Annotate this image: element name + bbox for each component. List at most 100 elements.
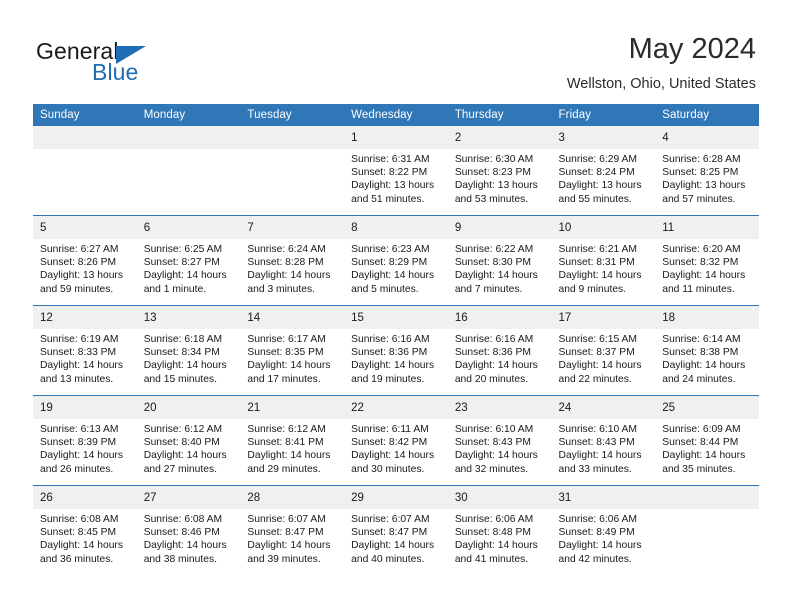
general-blue-logo[interactable]: General Blue (36, 38, 236, 90)
sunset-text: Sunset: 8:24 PM (558, 167, 635, 179)
sunrise-text: Sunrise: 6:10 AM (454, 424, 534, 435)
day-cell-content: 7 Sunrise: 6:24 AM Sunset: 8:28 PM Daylight… (240, 216, 345, 305)
weekday-header-monday: Monday (136, 104, 241, 126)
day-number: 5 (33, 216, 137, 239)
calendar-day-cell[interactable]: 5 Sunrise: 6:27 AM Sunset: 8:26 PM Daylight… (33, 215, 137, 306)
day-number: 30 (447, 486, 552, 509)
day-sun-info: Sunrise: 6:06 AM Sunset: 8:49 PM Daylight:… (552, 509, 656, 566)
day-number: 14 (240, 306, 345, 329)
calendar-day-cell[interactable]: 19 Sunrise: 6:13 AM Sunset: 8:39 PM Dayligh… (33, 395, 137, 486)
day-number: 3 (551, 126, 656, 149)
daylight-text-line1: Daylight: 14 hours (454, 540, 538, 552)
daylight-text-line1: Daylight: 14 hours (40, 450, 123, 462)
calendar-day-cell[interactable]: 12 Sunrise: 6:19 AM Sunset: 8:33 PM Dayligh… (33, 305, 137, 396)
calendar-body: 1 Sunrise: 6:31 AM Sunset: 8:22 PM Daylight… (33, 126, 759, 575)
calendar-day-cell[interactable]: 11 Sunrise: 6:20 AM Sunset: 8:32 PM Dayligh… (655, 215, 759, 306)
sunset-text: Sunset: 8:49 PM (558, 527, 635, 539)
day-number: 29 (344, 486, 448, 509)
day-sun-info: Sunrise: 6:31 AM Sunset: 8:22 PM Daylight:… (344, 149, 448, 206)
daylight-text-line1: Daylight: 13 hours (454, 180, 538, 192)
calendar-day-cell[interactable]: 21 Sunrise: 6:12 AM Sunset: 8:41 PM Dayligh… (240, 395, 345, 486)
brand-word-blue: Blue (92, 59, 139, 85)
calendar-day-cell[interactable]: 30 Sunrise: 6:06 AM Sunset: 8:48 PM Dayligh… (447, 485, 552, 575)
calendar-day-cell[interactable]: 27 Sunrise: 6:08 AM Sunset: 8:46 PM Dayligh… (136, 485, 241, 575)
calendar-day-cell[interactable]: 1 Sunrise: 6:31 AM Sunset: 8:22 PM Daylight… (344, 126, 448, 216)
calendar-day-cell[interactable]: 22 Sunrise: 6:11 AM Sunset: 8:42 PM Dayligh… (344, 395, 448, 486)
day-cell-content: 22 Sunrise: 6:11 AM Sunset: 8:42 PM Dayligh… (344, 396, 448, 485)
day-cell-content: 15 Sunrise: 6:16 AM Sunset: 8:36 PM Dayligh… (344, 306, 448, 395)
day-cell-content: 2 Sunrise: 6:30 AM Sunset: 8:23 PM Daylight… (447, 126, 552, 215)
calendar-day-cell[interactable]: 25 Sunrise: 6:09 AM Sunset: 8:44 PM Dayligh… (655, 395, 759, 486)
daylight-text-line2: and 32 minutes. (454, 463, 529, 475)
calendar-day-cell[interactable]: 6 Sunrise: 6:25 AM Sunset: 8:27 PM Daylight… (136, 215, 241, 306)
calendar-day-cell[interactable]: 8 Sunrise: 6:23 AM Sunset: 8:29 PM Daylight… (344, 215, 448, 306)
calendar-day-cell[interactable]: 29 Sunrise: 6:07 AM Sunset: 8:47 PM Dayligh… (344, 485, 448, 575)
day-sun-info: Sunrise: 6:10 AM Sunset: 8:43 PM Daylight:… (448, 419, 552, 476)
calendar-day-cell[interactable]: 28 Sunrise: 6:07 AM Sunset: 8:47 PM Dayligh… (240, 485, 345, 575)
sunset-text: Sunset: 8:48 PM (454, 527, 531, 539)
sunrise-text: Sunrise: 6:23 AM (351, 244, 430, 255)
daylight-text-line1: Daylight: 14 hours (143, 270, 227, 282)
daylight-text-line2: and 36 minutes. (40, 553, 114, 565)
day-cell-content: 20 Sunrise: 6:12 AM Sunset: 8:40 PM Dayligh… (136, 396, 241, 485)
sunset-text: Sunset: 8:28 PM (247, 257, 324, 269)
day-cell-content: 19 Sunrise: 6:13 AM Sunset: 8:39 PM Dayligh… (33, 396, 137, 485)
sunrise-text: Sunrise: 6:28 AM (662, 154, 741, 165)
sunrise-text: Sunrise: 6:22 AM (454, 244, 534, 255)
calendar-day-cell[interactable]: 26 Sunrise: 6:08 AM Sunset: 8:45 PM Dayligh… (33, 485, 137, 575)
day-sun-info: Sunrise: 6:21 AM Sunset: 8:31 PM Daylight:… (552, 239, 656, 296)
daylight-text-line1: Daylight: 14 hours (558, 540, 642, 552)
day-number: 19 (33, 396, 137, 419)
calendar-day-cell[interactable]: 4 Sunrise: 6:28 AM Sunset: 8:25 PM Daylight… (655, 126, 759, 216)
sunrise-text: Sunrise: 6:06 AM (454, 514, 534, 525)
day-number: 17 (551, 306, 656, 329)
daylight-text-line2: and 55 minutes. (558, 193, 632, 205)
calendar-day-cell[interactable]: 23 Sunrise: 6:10 AM Sunset: 8:43 PM Dayligh… (447, 395, 552, 486)
daylight-text-line1: Daylight: 13 hours (558, 180, 642, 192)
day-cell-content: 16 Sunrise: 6:16 AM Sunset: 8:36 PM Dayligh… (447, 306, 552, 395)
daylight-text-line1: Daylight: 14 hours (247, 360, 331, 372)
daylight-text-line2: and 13 minutes. (40, 373, 114, 385)
daylight-text-line1: Daylight: 14 hours (247, 540, 331, 552)
day-number (240, 126, 345, 149)
calendar-day-cell[interactable]: 24 Sunrise: 6:10 AM Sunset: 8:43 PM Dayligh… (551, 395, 656, 486)
day-sun-info: Sunrise: 6:18 AM Sunset: 8:34 PM Daylight:… (137, 329, 241, 386)
calendar-day-cell[interactable]: 13 Sunrise: 6:18 AM Sunset: 8:34 PM Dayligh… (136, 305, 241, 396)
day-number: 13 (136, 306, 241, 329)
calendar-day-cell[interactable]: 14 Sunrise: 6:17 AM Sunset: 8:35 PM Dayligh… (240, 305, 345, 396)
calendar-day-cell[interactable]: 15 Sunrise: 6:16 AM Sunset: 8:36 PM Dayligh… (344, 305, 448, 396)
daylight-text-line1: Daylight: 14 hours (558, 450, 642, 462)
calendar-day-cell[interactable]: 17 Sunrise: 6:15 AM Sunset: 8:37 PM Dayligh… (551, 305, 656, 396)
daylight-text-line2: and 29 minutes. (247, 463, 321, 475)
calendar-day-cell[interactable]: 20 Sunrise: 6:12 AM Sunset: 8:40 PM Dayligh… (136, 395, 241, 486)
day-cell-content (136, 126, 241, 215)
calendar-day-cell[interactable]: 3 Sunrise: 6:29 AM Sunset: 8:24 PM Daylight… (551, 126, 656, 216)
day-sun-info: Sunrise: 6:06 AM Sunset: 8:48 PM Daylight:… (448, 509, 552, 566)
day-cell-content: 30 Sunrise: 6:06 AM Sunset: 8:48 PM Dayligh… (447, 486, 552, 575)
day-sun-info: Sunrise: 6:16 AM Sunset: 8:36 PM Daylight:… (344, 329, 448, 386)
sunrise-text: Sunrise: 6:24 AM (247, 244, 326, 255)
daylight-text-line2: and 9 minutes. (558, 283, 627, 295)
calendar-week-row: 26 Sunrise: 6:08 AM Sunset: 8:45 PM Dayligh… (33, 485, 759, 575)
day-cell-content: 23 Sunrise: 6:10 AM Sunset: 8:43 PM Dayligh… (447, 396, 552, 485)
calendar-day-cell[interactable]: 16 Sunrise: 6:16 AM Sunset: 8:36 PM Dayligh… (447, 305, 552, 396)
day-number: 27 (136, 486, 241, 509)
sunrise-text: Sunrise: 6:15 AM (558, 334, 637, 345)
calendar-cell-empty (240, 126, 345, 216)
daylight-text-line2: and 15 minutes. (143, 373, 217, 385)
sunrise-sunset-calendar: Sunday Monday Tuesday Wednesday Thursday… (33, 104, 759, 575)
day-number: 10 (551, 216, 656, 239)
calendar-day-cell[interactable]: 18 Sunrise: 6:14 AM Sunset: 8:38 PM Dayligh… (655, 305, 759, 396)
sunrise-text: Sunrise: 6:27 AM (40, 244, 119, 255)
sunset-text: Sunset: 8:36 PM (351, 347, 428, 359)
day-sun-info: Sunrise: 6:10 AM Sunset: 8:43 PM Daylight:… (552, 419, 656, 476)
calendar-day-cell[interactable]: 2 Sunrise: 6:30 AM Sunset: 8:23 PM Daylight… (447, 126, 552, 216)
calendar-day-cell[interactable]: 31 Sunrise: 6:06 AM Sunset: 8:49 PM Dayligh… (551, 485, 656, 575)
weekday-header-friday: Friday (551, 104, 656, 126)
calendar-day-cell[interactable]: 7 Sunrise: 6:24 AM Sunset: 8:28 PM Daylight… (240, 215, 345, 306)
calendar-day-cell[interactable]: 10 Sunrise: 6:21 AM Sunset: 8:31 PM Dayligh… (551, 215, 656, 306)
calendar-day-cell[interactable]: 9 Sunrise: 6:22 AM Sunset: 8:30 PM Daylight… (447, 215, 552, 306)
day-number: 1 (344, 126, 448, 149)
sunrise-text: Sunrise: 6:06 AM (558, 514, 637, 525)
calendar-header-row: Sunday Monday Tuesday Wednesday Thursday… (33, 104, 759, 126)
